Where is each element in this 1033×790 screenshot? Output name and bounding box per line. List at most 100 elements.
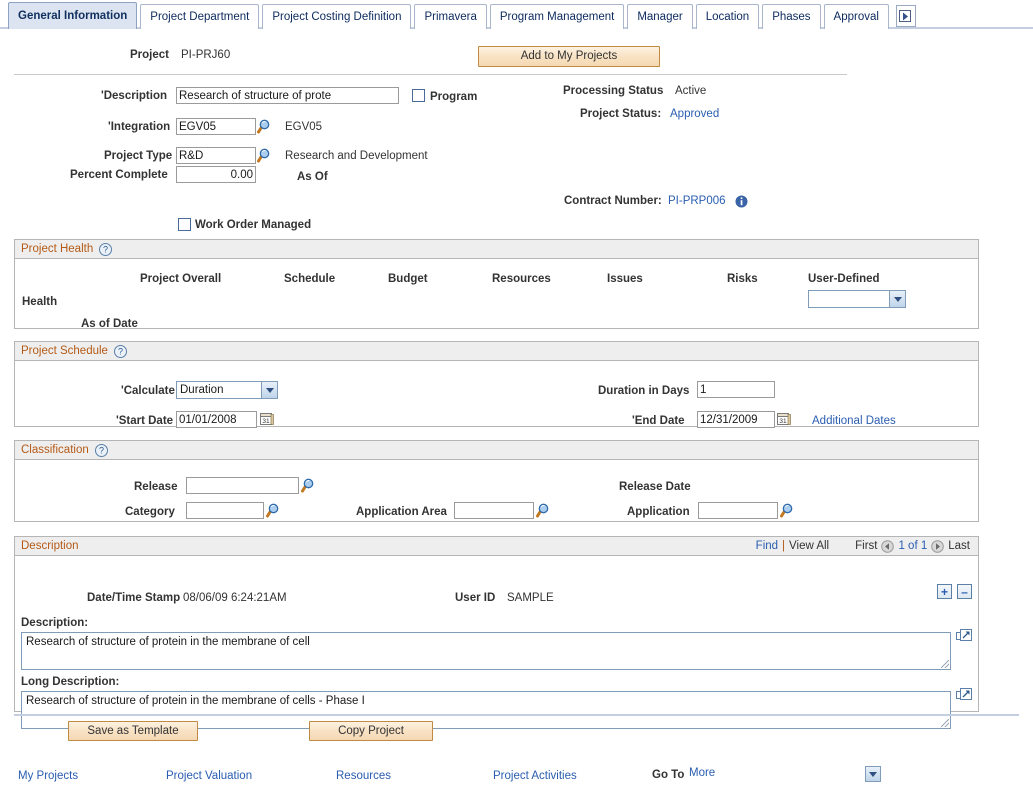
description-pagination: Find | View All First 1 of 1 [756, 540, 970, 553]
row-health-label: Health [22, 296, 57, 308]
integration-description: EGV05 [285, 121, 322, 133]
tab-project-department[interactable]: Project Department [140, 4, 259, 29]
col-project-overall: Project Overall [140, 273, 221, 285]
chevron-down-icon [889, 291, 905, 307]
project-health-group: Project Health ? Project Overall Schedul… [14, 239, 979, 329]
long-description-expand-icon[interactable] [956, 688, 972, 704]
project-schedule-body: 'Calculate Duration Duration in Days 'St… [15, 361, 978, 427]
row-asofdate-label: As of Date [81, 318, 138, 330]
start-date-calendar-icon[interactable]: 31 [260, 412, 273, 426]
view-all-link[interactable]: View All [789, 540, 829, 552]
project-health-body: Project Overall Schedule Budget Resource… [15, 259, 978, 329]
project-id-label: Project [130, 49, 169, 61]
category-label: Category [125, 506, 175, 518]
project-schedule-group: Project Schedule ? 'Calculate Duration D… [14, 341, 979, 427]
tab-primavera[interactable]: Primavera [414, 4, 486, 29]
tab-phases[interactable]: Phases [762, 4, 820, 29]
datetime-stamp-value: 08/06/09 6:24:21AM [183, 592, 287, 604]
description-textarea[interactable]: Research of structure of protein in the … [21, 632, 951, 670]
help-question-icon[interactable]: ? [99, 243, 112, 256]
chevron-down-icon [261, 382, 277, 398]
application-lookup-icon[interactable] [780, 503, 794, 518]
last-link[interactable]: Last [948, 540, 970, 552]
contract-number-label: Contract Number: [564, 195, 662, 207]
col-issues: Issues [607, 273, 643, 285]
long-description-field-label: Long Description: [21, 676, 119, 688]
project-health-title: Project Health [21, 243, 93, 255]
footer-link-resources[interactable]: Resources [336, 770, 391, 782]
classification-body: Release Release Date Category Appli [15, 460, 978, 522]
tab-location[interactable]: Location [696, 4, 759, 29]
project-status-label: Project Status: [580, 108, 661, 120]
find-link[interactable]: Find [756, 540, 778, 552]
footer-link-my-projects[interactable]: My Projects [18, 770, 78, 782]
next-tab-arrow-icon[interactable] [896, 5, 916, 27]
copy-project-button[interactable]: Copy Project [309, 721, 433, 741]
tab-project-costing-definition[interactable]: Project Costing Definition [262, 4, 411, 29]
svg-text:?: ? [103, 244, 108, 254]
tab-approval[interactable]: Approval [824, 4, 889, 29]
project-type-label: Project Type [104, 150, 172, 162]
project-type-lookup-icon[interactable] [257, 148, 271, 163]
project-health-header: Project Health ? [15, 240, 978, 259]
release-label: Release [134, 481, 177, 493]
description-field-label: Description: [21, 617, 88, 629]
delete-row-button[interactable]: – [957, 584, 972, 599]
help-question-icon[interactable]: ? [114, 345, 127, 358]
tab-general-information[interactable]: General Information [8, 2, 137, 29]
work-order-managed-checkbox[interactable] [178, 218, 191, 231]
next-page-icon[interactable] [931, 540, 944, 553]
application-input[interactable] [698, 502, 778, 519]
integration-lookup-icon[interactable] [257, 119, 271, 134]
svg-text:31: 31 [262, 418, 270, 425]
tab-program-management[interactable]: Program Management [490, 4, 624, 29]
save-as-template-button[interactable]: Save as Template [68, 721, 198, 741]
duration-in-days-label: Duration in Days [598, 385, 689, 397]
tab-manager[interactable]: Manager [627, 4, 692, 29]
col-risks: Risks [727, 273, 758, 285]
description-header: Description Find | View All First 1 of 1 [15, 537, 978, 556]
help-question-icon[interactable]: ? [95, 444, 108, 457]
additional-dates-link[interactable]: Additional Dates [812, 415, 896, 427]
end-date-input[interactable] [697, 411, 775, 428]
footer-link-project-valuation[interactable]: Project Valuation [166, 770, 252, 782]
integration-input[interactable] [176, 118, 256, 135]
contract-info-icon[interactable] [735, 195, 748, 208]
more-link[interactable]: More [689, 767, 715, 779]
user-defined-health-dropdown[interactable] [808, 290, 906, 308]
percent-complete-label: Percent Complete [70, 169, 168, 181]
category-input[interactable] [186, 502, 264, 519]
calculate-label: 'Calculate [121, 385, 175, 397]
percent-complete-input[interactable] [176, 166, 256, 183]
add-row-button[interactable]: + [937, 584, 952, 599]
first-link[interactable]: First [855, 540, 877, 552]
description-group: Description Find | View All First 1 of 1 [14, 536, 979, 712]
project-status-value-link[interactable]: Approved [670, 108, 719, 120]
svg-text:31: 31 [779, 418, 787, 425]
previous-page-icon[interactable] [881, 540, 894, 553]
end-date-calendar-icon[interactable]: 31 [777, 412, 790, 426]
calculate-dropdown[interactable]: Duration [176, 381, 278, 399]
start-date-input[interactable] [176, 411, 257, 428]
svg-text:?: ? [99, 445, 104, 455]
contract-number-value-link[interactable]: PI-PRP006 [668, 195, 726, 207]
project-type-input[interactable] [176, 147, 256, 164]
integration-label: 'Integration [108, 121, 170, 133]
footer-link-project-activities[interactable]: Project Activities [493, 770, 577, 782]
application-area-lookup-icon[interactable] [536, 503, 550, 518]
description-input[interactable] [176, 87, 399, 104]
classification-title: Classification [21, 444, 89, 456]
release-input[interactable] [186, 477, 299, 494]
description-expand-icon[interactable] [956, 629, 972, 645]
go-to-dropdown[interactable] [865, 765, 883, 783]
duration-in-days-input[interactable] [697, 381, 775, 398]
footer-divider [14, 714, 1019, 716]
description-label: 'Description [101, 90, 167, 102]
processing-status-label: Processing Status [563, 85, 663, 97]
add-to-my-projects-button[interactable]: Add to My Projects [478, 46, 660, 67]
program-checkbox[interactable] [412, 89, 425, 102]
application-area-input[interactable] [454, 502, 534, 519]
category-lookup-icon[interactable] [266, 503, 280, 518]
pagination-separator: | [782, 540, 785, 552]
release-lookup-icon[interactable] [301, 478, 315, 493]
